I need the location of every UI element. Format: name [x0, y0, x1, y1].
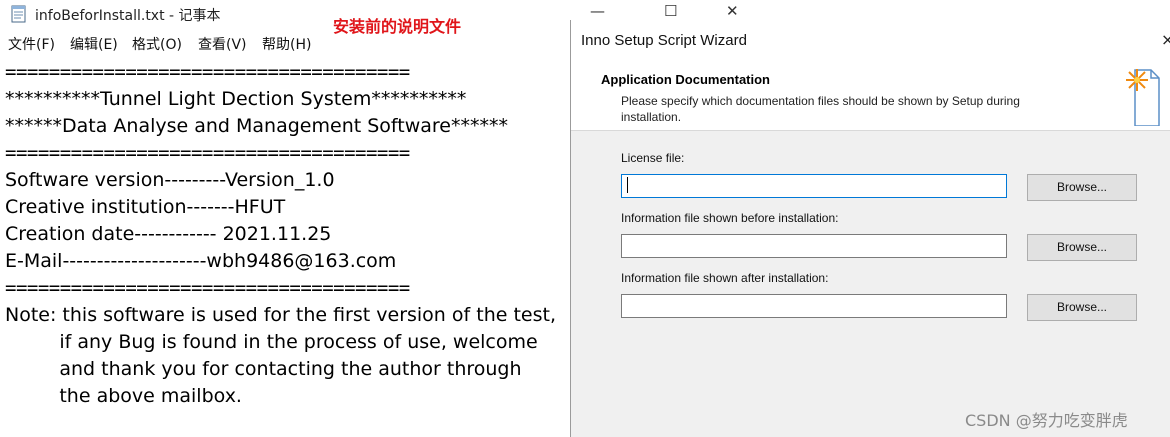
menu-bar: 文件(F) 编辑(E) 格式(O) 查看(V) 帮助(H) — [0, 34, 570, 56]
menu-file[interactable]: 文件(F) — [8, 34, 55, 54]
info-after-label: Information file shown after installatio… — [621, 271, 829, 285]
text-line: E-Mail---------------------wbh9486@163.c… — [5, 250, 397, 272]
minimize-button[interactable]: — — [590, 2, 605, 20]
text-line: and thank you for contacting the author … — [5, 358, 522, 380]
license-file-label: License file: — [621, 151, 685, 165]
window-title: infoBeforInstall.txt - 记事本 — [35, 8, 221, 24]
text-line: Creative institution-------HFUT — [5, 196, 286, 218]
inno-setup-wizard-dialog: Inno Setup Script Wizard × Application D… — [570, 20, 1170, 437]
close-icon[interactable]: × — [1161, 30, 1170, 49]
maximize-button[interactable]: ☐ — [664, 2, 677, 20]
text-line: Software version---------Version_1.0 — [5, 169, 335, 191]
license-file-input[interactable] — [621, 174, 1007, 198]
text-line: ===================================== — [5, 61, 410, 83]
text-editor[interactable]: ===================================== **… — [0, 57, 570, 437]
menu-format[interactable]: 格式(O) — [132, 34, 182, 54]
text-line: ===================================== — [5, 277, 410, 299]
text-line: Note: this software is used for the firs… — [5, 304, 556, 326]
page-description: Please specify which documentation files… — [621, 94, 1020, 124]
text-file-icon — [11, 5, 26, 23]
wizard-header: Application Documentation Please specify… — [571, 52, 1170, 131]
menu-view[interactable]: 查看(V) — [198, 34, 247, 54]
text-line: the above mailbox. — [5, 385, 242, 407]
text-line: ******Data Analyse and Management Softwa… — [5, 115, 508, 137]
info-before-browse-button[interactable]: Browse... — [1027, 234, 1137, 261]
text-line: Creation date------------ 2021.11.25 — [5, 223, 332, 245]
close-button[interactable]: ✕ — [726, 2, 739, 20]
wizard-sparkle-icon — [1126, 69, 1160, 126]
page-title: Application Documentation — [601, 72, 770, 87]
text-line: ===================================== — [5, 142, 410, 164]
notepad-window: infoBeforInstall.txt - 记事本 安装前的说明文件 文件(F… — [0, 0, 570, 437]
info-before-input[interactable] — [621, 234, 1007, 258]
watermark: CSDN @努力吃变胖虎 — [965, 411, 1128, 430]
dialog-titlebar: Inno Setup Script Wizard × — [571, 20, 1170, 52]
info-before-label: Information file shown before installati… — [621, 211, 839, 225]
info-after-browse-button[interactable]: Browse... — [1027, 294, 1137, 321]
notepad-titlebar: infoBeforInstall.txt - 记事本 安装前的说明文件 — [0, 0, 570, 36]
menu-help[interactable]: 帮助(H) — [262, 34, 311, 54]
menu-edit[interactable]: 编辑(E) — [70, 34, 118, 54]
text-caret — [627, 177, 628, 193]
text-line: if any Bug is found in the process of us… — [5, 331, 538, 353]
info-after-input[interactable] — [621, 294, 1007, 318]
text-line: **********Tunnel Light Dection System***… — [5, 88, 467, 110]
license-browse-button[interactable]: Browse... — [1027, 174, 1137, 201]
dialog-title: Inno Setup Script Wizard — [581, 32, 747, 49]
